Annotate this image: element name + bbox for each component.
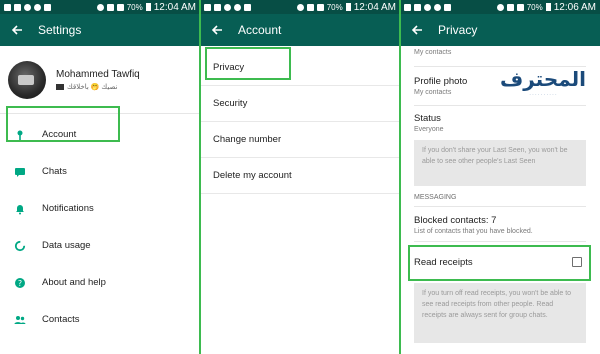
messenger-notif-icon [424, 3, 431, 11]
whatsapp-notif-icon [34, 3, 41, 11]
panel-divider [399, 0, 401, 354]
facebook-notif-icon [214, 3, 221, 11]
menu-item-label: Contacts [42, 314, 80, 325]
section-header-messaging: MESSAGING [414, 194, 457, 201]
whatsapp-notif-icon [234, 3, 241, 11]
clock: 12:04 AM [153, 1, 196, 13]
chat-icon [14, 166, 26, 178]
list-item-security[interactable]: Security [200, 86, 400, 122]
setting-title: Blocked contacts: 7 [414, 215, 497, 226]
back-arrow-icon[interactable] [210, 23, 224, 37]
last-seen-value: My contacts [414, 49, 452, 56]
signal-icon [516, 3, 524, 11]
more-notif-icon [244, 3, 251, 11]
battery-icon [145, 3, 151, 11]
page-title: Settings [38, 23, 82, 37]
divider [414, 241, 586, 242]
whatsapp-notif-icon [204, 3, 211, 11]
privacy-screen: 70% 12:06 AM Privacy My contacts Profile… [400, 0, 600, 354]
battery-icon [545, 3, 551, 11]
watermark-text: المحترف [500, 67, 586, 91]
app-bar: Privacy [400, 14, 600, 46]
app-bar: Settings [0, 14, 200, 46]
mute-icon [506, 3, 514, 11]
menu-item-label: Notifications [42, 203, 94, 214]
clock: 12:04 AM [353, 1, 396, 13]
menu-item-data-usage[interactable]: Data usage [0, 227, 200, 264]
signal-icon [116, 3, 124, 11]
watermark-logo: المحترف · · · · · · · · · · [498, 60, 588, 100]
clock: 12:06 AM [553, 1, 596, 13]
app-bar: Account [200, 14, 400, 46]
highlight-frame-privacy [205, 47, 291, 80]
svg-text:?: ? [18, 279, 22, 288]
facebook-notif-icon [14, 3, 21, 11]
bell-icon [14, 203, 26, 215]
status-setting[interactable]: Status Everyone [400, 106, 600, 140]
svg-text:· · · · · · · · · ·: · · · · · · · · · · [529, 93, 556, 98]
avatar[interactable] [8, 60, 46, 99]
setting-value: Everyone [414, 126, 444, 133]
whatsapp-notif-icon [4, 3, 11, 11]
settings-screen: 70% 12:04 AM Settings Mohammed Tawfiq نص… [0, 0, 200, 354]
menu-item-about-help[interactable]: ? About and help [0, 264, 200, 301]
read-receipts-info: If you turn off read receipts, you won't… [414, 283, 586, 343]
wifi-icon [96, 3, 104, 11]
page-title: Privacy [438, 23, 478, 37]
back-arrow-icon[interactable] [410, 23, 424, 37]
status-bar: 70% 12:04 AM [0, 0, 200, 14]
menu-item-notifications[interactable]: Notifications [0, 190, 200, 227]
last-seen-info: If you don't share your Last Seen, you w… [414, 140, 586, 186]
highlight-frame-account [6, 106, 120, 142]
setting-value: List of contacts that you have blocked. [414, 228, 533, 235]
messenger-notif-icon [224, 3, 231, 11]
tv-emoji-icon [56, 83, 64, 90]
page-title: Account [238, 23, 282, 37]
battery-icon [345, 3, 351, 11]
menu-item-contacts[interactable]: Contacts [0, 301, 200, 338]
menu-item-label: Chats [42, 166, 67, 177]
mute-icon [306, 3, 314, 11]
menu-item-label: About and help [42, 277, 106, 288]
mute-icon [106, 3, 114, 11]
battery-percent: 70% [126, 2, 143, 12]
data-usage-icon [14, 240, 26, 252]
profile-name: Mohammed Tawfiq [56, 68, 140, 80]
facebook-notif-icon [414, 3, 421, 11]
blocked-contacts-setting[interactable]: Blocked contacts: 7 List of contacts tha… [400, 207, 600, 241]
panel-divider [199, 0, 201, 354]
back-arrow-icon[interactable] [10, 23, 24, 37]
menu-item-chats[interactable]: Chats [0, 153, 200, 190]
battery-percent: 70% [326, 2, 343, 12]
status-bar: 70% 12:04 AM [200, 0, 400, 14]
list-item-delete-account[interactable]: Delete my account [200, 158, 400, 194]
more-notif-icon [44, 3, 51, 11]
profile-header[interactable]: Mohammed Tawfiq نصيك 🤭 باخلاقك [0, 46, 200, 114]
signal-icon [316, 3, 324, 11]
help-icon: ? [14, 277, 26, 289]
messenger-notif-icon [24, 3, 31, 11]
contacts-icon [14, 314, 26, 326]
whatsapp-notif-icon [404, 3, 411, 11]
more-notif-icon [444, 3, 451, 11]
menu-item-label: Data usage [42, 240, 91, 251]
list-item-change-number[interactable]: Change number [200, 122, 400, 158]
highlight-frame-read-receipts [408, 245, 591, 281]
wifi-icon [296, 3, 304, 11]
setting-title: Status [414, 113, 441, 124]
profile-status: نصيك 🤭 باخلاقك [56, 83, 140, 91]
wifi-icon [496, 3, 504, 11]
whatsapp-notif-icon [434, 3, 441, 11]
status-bar: 70% 12:06 AM [400, 0, 600, 14]
battery-percent: 70% [526, 2, 543, 12]
